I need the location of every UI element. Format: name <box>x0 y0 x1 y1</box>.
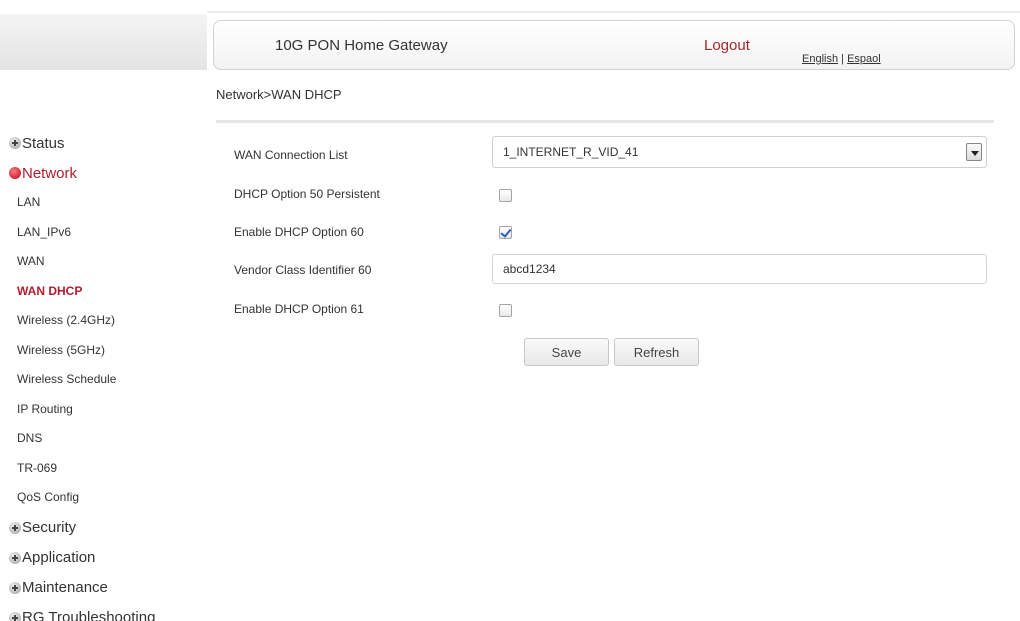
sidebar-section-application[interactable]: Application <box>0 543 207 573</box>
wan-connection-value: 1_INTERNET_R_VID_41 <box>503 145 639 159</box>
option61-checkbox[interactable] <box>499 304 512 317</box>
sidebar-item-dns[interactable]: DNS <box>0 424 207 454</box>
refresh-button[interactable]: Refresh <box>614 338 699 366</box>
sidebar-item-tr069[interactable]: TR-069 <box>0 454 207 484</box>
breadcrumb: Network>WAN DHCP <box>216 87 342 102</box>
sidebar-section-label: Network <box>22 164 78 182</box>
sidebar-nav: Status Network LAN LAN_IPv6 WAN WAN DHCP… <box>0 128 207 621</box>
option60-checkbox[interactable] <box>499 226 512 239</box>
wan-connection-label: WAN Connection List <box>234 148 348 162</box>
spanish-link[interactable]: Espaol <box>847 53 881 65</box>
sidebar-section-label: Security <box>22 519 77 536</box>
sidebar-section-label: Maintenance <box>22 579 108 596</box>
sidebar-item-lan[interactable]: LAN <box>0 188 207 218</box>
sidebar-item-wan[interactable]: WAN <box>0 247 207 277</box>
expand-icon <box>9 611 21 621</box>
logo-area <box>0 14 207 70</box>
sidebar-section-network[interactable]: Network <box>0 158 207 188</box>
sidebar-item-wireless-5ghz[interactable]: Wireless (5GHz) <box>0 336 207 366</box>
header-bar: 10G PON Home Gateway Logout English | Es… <box>213 20 1015 70</box>
language-switcher: English | Espaol <box>802 53 881 65</box>
expand-icon <box>9 521 21 534</box>
english-link[interactable]: English <box>802 53 838 65</box>
expand-icon <box>9 137 21 149</box>
option61-label: Enable DHCP Option 61 <box>234 302 364 316</box>
sidebar-item-wireless-schedule[interactable]: Wireless Schedule <box>0 365 207 395</box>
sidebar-item-lan-ipv6[interactable]: LAN_IPv6 <box>0 218 207 248</box>
option60-label: Enable DHCP Option 60 <box>234 225 364 239</box>
sidebar-item-qos-config[interactable]: QoS Config <box>0 483 207 513</box>
sidebar-section-label: RG Troubleshooting <box>22 609 156 621</box>
gateway-title: 10G PON Home Gateway <box>275 37 448 54</box>
logout-link[interactable]: Logout <box>704 37 750 54</box>
expand-icon <box>9 551 21 564</box>
sidebar-section-security[interactable]: Security <box>0 513 207 543</box>
sidebar-section-label: Application <box>22 549 96 566</box>
sidebar-item-wireless-24ghz[interactable]: Wireless (2.4GHz) <box>0 306 207 336</box>
sidebar-section-status[interactable]: Status <box>0 128 207 158</box>
vendor-class-input[interactable] <box>492 254 987 284</box>
option50-label: DHCP Option 50 Persistent <box>234 187 380 201</box>
language-separator: | <box>841 53 844 65</box>
expand-icon <box>9 581 21 594</box>
content-divider <box>216 120 994 123</box>
sidebar-section-maintenance[interactable]: Maintenance <box>0 573 207 603</box>
vendor-class-label: Vendor Class Identifier 60 <box>234 263 372 277</box>
wan-connection-select[interactable]: 1_INTERNET_R_VID_41 <box>492 136 987 168</box>
sidebar-section-rg-troubleshooting[interactable]: RG Troubleshooting <box>0 603 207 621</box>
top-divider <box>207 11 1020 13</box>
expanded-dot-icon <box>9 167 21 179</box>
save-button[interactable]: Save <box>524 338 609 366</box>
sidebar-item-wan-dhcp[interactable]: WAN DHCP <box>0 277 207 307</box>
sidebar-section-label: Status <box>22 134 65 152</box>
sidebar-item-ip-routing[interactable]: IP Routing <box>0 395 207 425</box>
option50-checkbox[interactable] <box>499 189 512 202</box>
chevron-down-icon[interactable] <box>966 143 982 161</box>
